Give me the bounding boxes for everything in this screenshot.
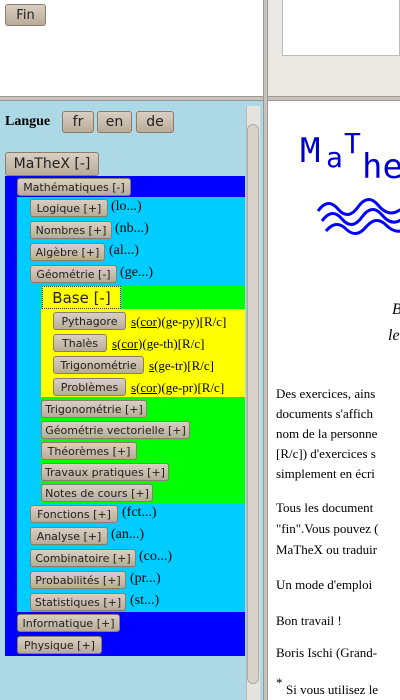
probabilites-note: (pr...)	[130, 571, 161, 586]
matHex-wave-logo	[316, 198, 400, 235]
mathematiques-button[interactable]: Mathématiques [-]	[17, 178, 131, 196]
thales-button[interactable]: Thalès	[53, 334, 107, 352]
heading-le: le	[388, 327, 400, 344]
pythagore-s-link[interactable]: s	[131, 314, 136, 329]
trigonometrie-links[interactable]: s(ge-tr)[R/c]	[149, 358, 214, 374]
nombres-button[interactable]: Nombres [+]	[30, 221, 112, 239]
nombres-note: (nb...)	[115, 221, 149, 236]
combinatoire-note: (co...)	[139, 549, 173, 564]
travaux-pratiques-button[interactable]: Travaux pratiques [+]	[41, 463, 169, 481]
analyse-note: (an...)	[111, 527, 145, 542]
combinatoire-button[interactable]: Combinatoire [+]	[30, 549, 136, 567]
fin-button[interactable]: Fin	[5, 4, 46, 26]
pythagore-cor-link[interactable]: cor	[140, 314, 157, 329]
fonctions-button[interactable]: Fonctions [+]	[30, 505, 118, 523]
heading-b: B	[392, 301, 400, 319]
pythagore-links[interactable]: s(cor)(ge-py)[R/c]	[131, 314, 226, 330]
base-button[interactable]: Base [-]	[42, 286, 121, 309]
content-frame: M a T he B le Des exercices, ains docume…	[268, 101, 400, 700]
informatique-button[interactable]: Informatique [+]	[17, 614, 120, 632]
footnote-line: Si vous utilisez le	[286, 682, 379, 697]
statistiques-button[interactable]: Statistiques [+]	[30, 593, 126, 611]
algebre-note: (al...)	[109, 243, 139, 258]
trigonometrie-button[interactable]: Trigonométrie [+]	[41, 400, 147, 418]
statistiques-note: (st...)	[130, 593, 160, 608]
lang-fr-button[interactable]: fr	[62, 111, 94, 133]
top-right-pane	[282, 0, 400, 56]
problemes-rest: (ge-pr)[R/c]	[161, 380, 225, 395]
top-right-frame	[268, 0, 400, 96]
analyse-button[interactable]: Analyse [+]	[30, 527, 108, 545]
matHex-logo: M a T he	[300, 127, 400, 187]
probabilites-button[interactable]: Probabilités [+]	[30, 571, 126, 589]
geometrie-vectorielle-button[interactable]: Géométrie vectorielle [+]	[41, 421, 190, 439]
lang-en-button[interactable]: en	[97, 111, 132, 133]
pythagore-button[interactable]: Pythagore	[53, 312, 126, 330]
langue-label: Langue	[5, 114, 51, 129]
thales-cor-link[interactable]: cor	[121, 336, 138, 351]
problemes-button[interactable]: Problèmes	[53, 378, 126, 396]
problemes-links[interactable]: s(cor)(ge-pr)[R/c]	[131, 380, 224, 396]
problemes-s-link[interactable]: s	[131, 380, 136, 395]
matHex-root-button[interactable]: MaTheX [-]	[5, 152, 99, 176]
theoremes-button[interactable]: Théorèmes [+]	[41, 442, 137, 460]
geometrie-button[interactable]: Géométrie [-]	[30, 265, 117, 283]
physique-button[interactable]: Physique [+]	[17, 636, 102, 654]
bon-travail-line: Bon travail !	[276, 613, 342, 628]
geometrie-note: (ge...)	[120, 265, 154, 280]
trigonometrie-rest: (ge-tr)[R/c]	[154, 358, 214, 373]
navigation-frame: Langue fr en de MaTheX [-] Mathématiques…	[0, 101, 263, 700]
trigonometrie-base-button[interactable]: Trigonométrie	[53, 356, 144, 374]
problemes-cor-link[interactable]: cor	[140, 380, 157, 395]
thales-rest: (ge-th)[R/c]	[142, 336, 205, 351]
footnote-mark: *	[276, 675, 283, 690]
notes-de-cours-button[interactable]: Notes de cours [+]	[41, 484, 153, 502]
thales-links[interactable]: s(cor)(ge-th)[R/c]	[112, 336, 204, 352]
documents-paragraph: Tous les document "fin".Vous pouvez ( Ma…	[276, 500, 379, 557]
algebre-button[interactable]: Algèbre [+]	[30, 243, 105, 261]
logique-button[interactable]: Logique [+]	[30, 199, 108, 217]
thales-s-link[interactable]: s	[112, 336, 117, 351]
navigation-scrollbar-thumb[interactable]	[247, 124, 259, 684]
author-line: Boris Ischi (Grand-	[276, 645, 378, 660]
lang-de-button[interactable]: de	[136, 111, 174, 133]
top-left-frame: Fin	[0, 0, 263, 96]
pythagore-rest: (ge-py)[R/c]	[161, 314, 227, 329]
logique-note: (lo...)	[111, 199, 142, 214]
fonctions-note: (fct...)	[122, 505, 157, 520]
intro-paragraph: Des exercices, ains documents s'affich n…	[276, 386, 378, 481]
mode-emploi-line: Un mode d'emploi	[276, 577, 373, 592]
